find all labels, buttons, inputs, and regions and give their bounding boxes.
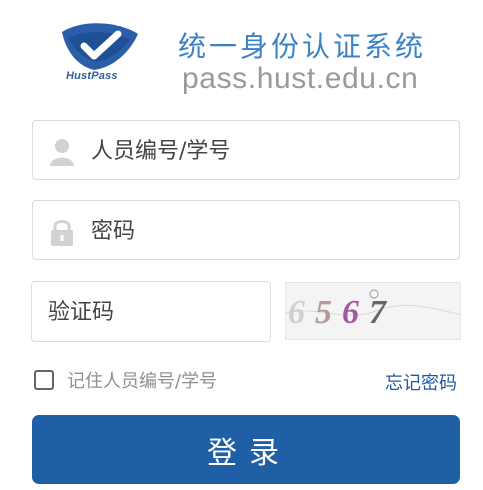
system-domain: pass.hust.edu.cn	[182, 62, 419, 95]
forgot-password-link[interactable]: 忘记密码	[385, 369, 457, 395]
captcha-image[interactable]: 6567	[285, 282, 461, 340]
username-field[interactable]	[32, 120, 460, 180]
user-icon	[50, 139, 74, 166]
captcha-char: 7	[369, 294, 396, 331]
login-button[interactable]: 登录	[32, 415, 460, 484]
system-title: 统一身份认证系统	[178, 30, 427, 63]
captcha-field[interactable]	[31, 281, 271, 342]
remember-label: 记住人员编号/学号	[67, 371, 218, 392]
password-input[interactable]	[91, 211, 441, 251]
svg-text:6567: 6567	[288, 294, 396, 331]
captcha-char: 6	[342, 294, 369, 331]
password-field[interactable]	[32, 200, 460, 260]
logo-caption: HustPass	[66, 70, 118, 82]
username-input[interactable]	[91, 131, 441, 171]
remember-me[interactable]: 记住人员编号/学号	[34, 368, 217, 392]
captcha-text: 6567	[286, 289, 460, 331]
header: HustPass 统一身份认证系统 pass.hust.edu.cn	[0, 0, 483, 110]
captcha-input[interactable]	[48, 292, 258, 332]
captcha-char: 5	[315, 294, 342, 331]
captcha-char: 6	[288, 294, 315, 331]
remember-checkbox[interactable]	[34, 370, 54, 390]
lock-icon	[51, 220, 73, 246]
